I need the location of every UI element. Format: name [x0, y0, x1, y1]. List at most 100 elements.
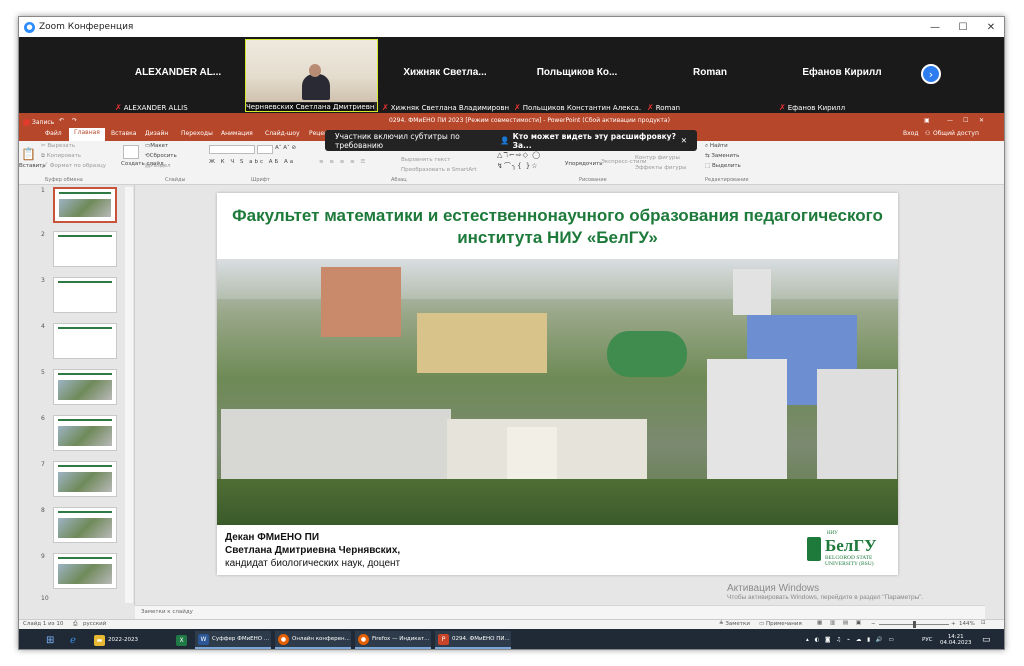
font-size-select[interactable]	[257, 145, 273, 154]
chevron-right-icon[interactable]: ›	[921, 64, 941, 84]
zoom-out-button[interactable]: −	[871, 621, 876, 627]
select-button[interactable]: ⬚ Выделить	[705, 163, 741, 169]
slide-thumbnail-5[interactable]	[53, 369, 117, 405]
status-language[interactable]: русский	[83, 621, 106, 627]
ppt-minimize-button[interactable]: —	[947, 117, 953, 124]
caption-question-link[interactable]: Кто может видеть эту расшифровку? За...	[513, 132, 681, 150]
tray-icons[interactable]: ▴ ◐ ◙ ♫ ⌁ ☁ ▮ 🔊 ▭	[803, 631, 899, 649]
ppt-maximize-button[interactable]: ☐	[963, 117, 968, 124]
ribbon-display-icon[interactable]: ▣	[924, 117, 930, 124]
participant-label: ✗ Roman	[647, 103, 681, 112]
slide-thumbnail-9[interactable]	[53, 553, 117, 589]
tab-file[interactable]: Файл	[45, 130, 62, 137]
slide-canvas[interactable]: Факультет математики и естественнонаучно…	[217, 193, 898, 575]
zoom-level[interactable]: 144%	[959, 621, 975, 627]
tab-slideshow[interactable]: Слайд-шоу	[265, 130, 300, 137]
windows-start-icon[interactable]: ⊞	[43, 631, 57, 649]
participant-tile[interactable]: Roman ✗ Roman	[645, 39, 775, 112]
shapes-gallery-row2[interactable]: ↯⌒╮{ }☆	[497, 161, 539, 171]
tab-insert[interactable]: Вставка	[111, 130, 136, 137]
slide-thumbnail-3[interactable]	[53, 277, 117, 313]
slide-thumbnail-6[interactable]	[53, 415, 117, 451]
reset-button[interactable]: ⟲Сбросить	[145, 153, 177, 159]
font-name-select[interactable]	[209, 145, 255, 154]
photo-main-portico	[507, 427, 557, 487]
smartart-button[interactable]: Преобразовать в SmartArt	[401, 167, 477, 173]
view-buttons[interactable]: ▦ ▥ ▤ ▣	[817, 620, 864, 626]
share-button[interactable]: Общий доступ	[933, 130, 979, 137]
comments-toggle[interactable]: ▭ Примечания	[759, 621, 802, 627]
undo-icon[interactable]: ↶	[59, 117, 64, 124]
section-button[interactable]: ▤Раздел	[145, 163, 171, 169]
notes-toggle[interactable]: ≜ Заметки	[719, 621, 750, 627]
caption-close-icon[interactable]: ✕	[681, 136, 687, 145]
shape-effects-button[interactable]: Эффекты фигуры	[635, 165, 687, 171]
shape-outline-button[interactable]: Контур фигуры	[635, 155, 680, 161]
participant-tile[interactable]: Польщиков Ко... ✗ Польщиков Константин Ал…	[512, 39, 642, 112]
format-painter-button[interactable]: 🖌 Формат по образцу	[41, 163, 106, 169]
zoom-slider-thumb[interactable]	[913, 621, 916, 628]
participant-tile[interactable]: Хижняк Светла... ✗ Хижняк Светлана Владим…	[380, 39, 510, 112]
paragraph-align-icons[interactable]: ≡ ≡ ≡ ≡ ☰	[319, 159, 367, 165]
participant-video	[246, 40, 377, 102]
participant-label: ✗ ALEXANDER ALLIS	[115, 103, 188, 112]
arrange-button[interactable]: Упорядочить	[565, 161, 603, 167]
tab-home[interactable]: Главная	[69, 128, 105, 141]
campus-aerial-photo	[217, 259, 898, 525]
new-slide-icon[interactable]	[123, 145, 139, 159]
find-button[interactable]: ⌕ Найти	[705, 143, 728, 150]
slide-number: 5	[41, 369, 45, 376]
font-format-icons[interactable]: Ж К Ч S abc АБ Aa	[209, 159, 295, 165]
fit-slide-icon[interactable]: ⊡	[981, 620, 986, 626]
windows-activation-watermark: Активация Windows Чтобы активировать Win…	[727, 583, 923, 601]
minimize-button[interactable]: —	[921, 17, 949, 37]
tab-design[interactable]: Дизайн	[145, 130, 168, 137]
thumb-image	[58, 380, 112, 400]
thumbnails-scrollbar[interactable]	[125, 187, 133, 603]
slide-thumbnail-8[interactable]	[53, 507, 117, 543]
slide-thumbnail-2[interactable]	[53, 231, 117, 267]
thumb-image	[59, 199, 111, 217]
zoom-titlebar: ● Zoom Конференция — ☐ ✕	[19, 17, 1004, 37]
paste-icon[interactable]: 📋	[21, 147, 36, 161]
slide-thumbnail-1[interactable]	[53, 187, 117, 223]
input-language[interactable]: РУС	[919, 631, 936, 649]
recording-indicator[interactable]: Запись	[23, 117, 54, 127]
layout-button[interactable]: ▭Макет	[145, 143, 168, 149]
slide-thumbnail-4[interactable]	[53, 323, 117, 359]
taskbar-item-firefox-conference[interactable]: ● Онлайн конферен...	[275, 631, 351, 649]
photo-main-left-wing	[221, 409, 451, 479]
clock[interactable]: 14:21 04.04.2023	[937, 631, 975, 649]
taskbar-item-folder[interactable]: ▬ 2022-2023	[91, 631, 169, 649]
muted-mic-icon: ✗	[382, 103, 389, 112]
tab-transitions[interactable]: Переходы	[181, 130, 213, 137]
zoom-in-button[interactable]: +	[951, 621, 956, 627]
edge-icon[interactable]: ℯ	[67, 631, 79, 649]
ppt-close-button[interactable]: ✕	[979, 117, 984, 124]
spellcheck-icon[interactable]: ⎙	[73, 621, 77, 628]
participant-tile[interactable]: Ефанов Кирилл ✗ Ефанов Кирилл	[777, 39, 907, 112]
taskbar-item-powerpoint[interactable]: P 0294. ФМиЕНО ПИ...	[435, 631, 511, 649]
shapes-gallery[interactable]: △ℸ⌐⇨◇ ◯	[497, 151, 541, 159]
taskbar-item-firefox[interactable]: ● Firefox — Индикат...	[355, 631, 431, 649]
maximize-button[interactable]: ☐	[949, 17, 977, 37]
cut-button[interactable]: ✂ Вырезать	[41, 143, 75, 149]
participant-gallery: ALEXANDER AL... ✗ ALEXANDER ALLIS Черняев…	[19, 37, 1004, 113]
taskbar-item-word[interactable]: W Суффер ФМиЕНО ...	[195, 631, 271, 649]
close-button[interactable]: ✕	[977, 17, 1004, 37]
copy-button[interactable]: ⧉ Копировать	[41, 153, 81, 160]
notes-pane[interactable]: Заметки к слайду	[135, 605, 985, 619]
slide-thumbnail-7[interactable]	[53, 461, 117, 497]
replace-button[interactable]: ⇆ Заменить	[705, 153, 739, 159]
sign-in-link[interactable]: Вход	[903, 130, 919, 137]
excel-icon[interactable]: X	[173, 631, 190, 649]
notifications-icon[interactable]: ▭	[979, 631, 994, 649]
participant-tile[interactable]: ALEXANDER AL... ✗ ALEXANDER ALLIS	[113, 39, 243, 112]
redo-icon[interactable]: ↷	[72, 117, 77, 124]
participant-tile-active[interactable]: Черняевских Светлана Дмитриевна	[245, 39, 378, 112]
dean-name: Светлана Дмитриевна Чернявских,	[225, 545, 401, 556]
align-text-button[interactable]: Выровнять текст	[401, 157, 450, 163]
tab-animations[interactable]: Анимация	[221, 130, 253, 137]
font-grow-icon[interactable]: A˄ A˅ ⊘	[275, 145, 296, 151]
person-head	[308, 64, 321, 77]
